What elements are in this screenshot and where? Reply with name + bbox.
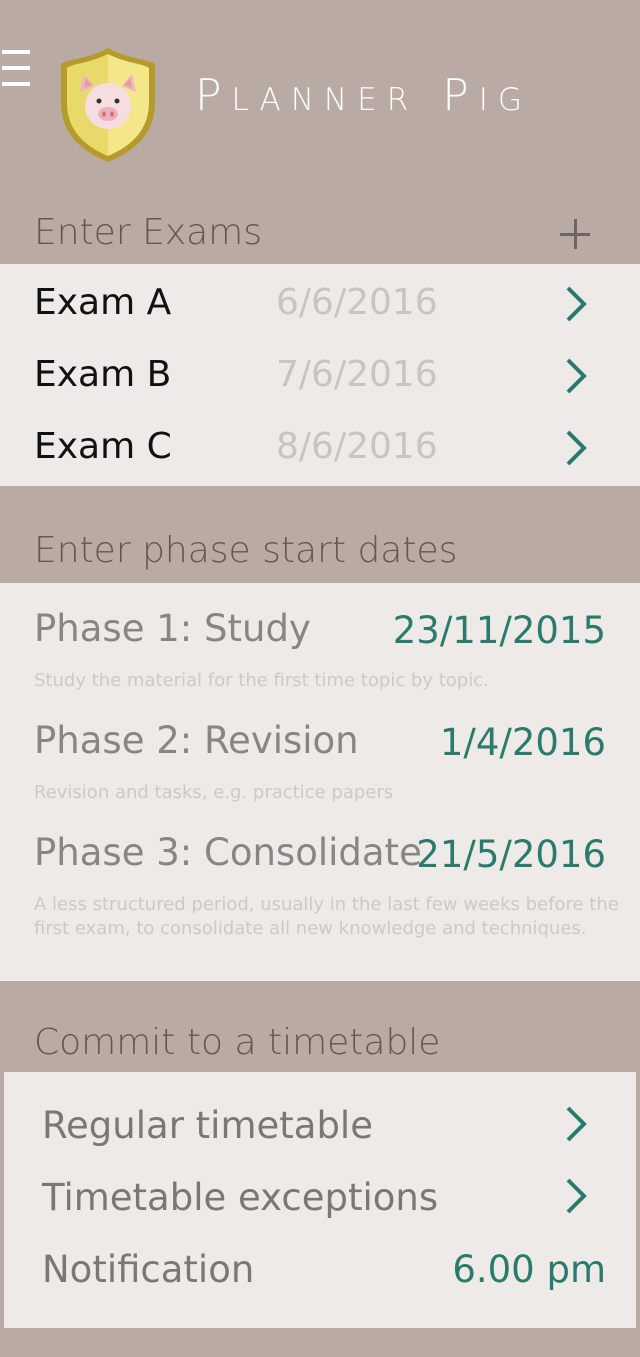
timetable-section-title: Commit to a timetable xyxy=(34,1022,441,1063)
phase-date-picker[interactable]: 23/11/2015 xyxy=(393,609,606,652)
pig-shield-icon xyxy=(58,44,158,166)
exam-row[interactable]: Exam A 6/6/2016 xyxy=(0,264,640,338)
exam-list: Exam A 6/6/2016 Exam B 7/6/2016 Exam C 8… xyxy=(0,264,640,486)
chevron-right-icon[interactable] xyxy=(563,356,589,396)
phase-date-picker[interactable]: 21/5/2016 xyxy=(416,833,606,876)
notification-label: Notification xyxy=(42,1248,255,1291)
exam-row[interactable]: Exam B 7/6/2016 xyxy=(0,338,640,410)
exams-section-title: Enter Exams xyxy=(34,212,263,253)
hamburger-icon[interactable] xyxy=(2,50,32,96)
chevron-right-icon[interactable] xyxy=(563,428,589,468)
app-header: Planner Pig xyxy=(0,0,640,190)
exam-name: Exam C xyxy=(34,426,172,467)
app-title: Planner Pig xyxy=(195,70,532,121)
phase-description: Revision and tasks, e.g. practice papers xyxy=(34,782,394,803)
regular-timetable-label: Regular timetable xyxy=(42,1104,373,1147)
timetable-exceptions-label: Timetable exceptions xyxy=(42,1176,439,1219)
exam-date: 6/6/2016 xyxy=(276,282,438,323)
exam-row[interactable]: Exam C 8/6/2016 xyxy=(0,410,640,482)
regular-timetable-row[interactable]: Regular timetable xyxy=(4,1090,636,1160)
phases-section-title: Enter phase start dates xyxy=(34,530,458,571)
chevron-right-icon[interactable] xyxy=(563,284,589,324)
phase-date-picker[interactable]: 1/4/2016 xyxy=(440,721,606,764)
notification-time[interactable]: 6.00 pm xyxy=(452,1248,606,1291)
timetable-list: Regular timetable Timetable exceptions N… xyxy=(4,1072,636,1328)
notification-row[interactable]: Notification 6.00 pm xyxy=(4,1234,636,1304)
exam-name: Exam A xyxy=(34,282,172,323)
phase-name: Phase 3: Consolidate xyxy=(34,831,422,874)
timetable-exceptions-row[interactable]: Timetable exceptions xyxy=(4,1162,636,1232)
exam-name: Exam B xyxy=(34,354,172,395)
exam-date: 8/6/2016 xyxy=(276,426,438,467)
phase-name: Phase 2: Revision xyxy=(34,719,359,762)
chevron-right-icon[interactable] xyxy=(563,1104,589,1144)
exam-date: 7/6/2016 xyxy=(276,354,438,395)
plus-icon[interactable] xyxy=(556,212,596,252)
phase-description: A less structured period, usually in the… xyxy=(34,894,619,939)
chevron-right-icon[interactable] xyxy=(563,1176,589,1216)
phase-name: Phase 1: Study xyxy=(34,607,311,650)
phase-list: Phase 1: Study 23/11/2015 Study the mate… xyxy=(0,583,640,981)
phase-description: Study the material for the first time to… xyxy=(34,670,489,691)
